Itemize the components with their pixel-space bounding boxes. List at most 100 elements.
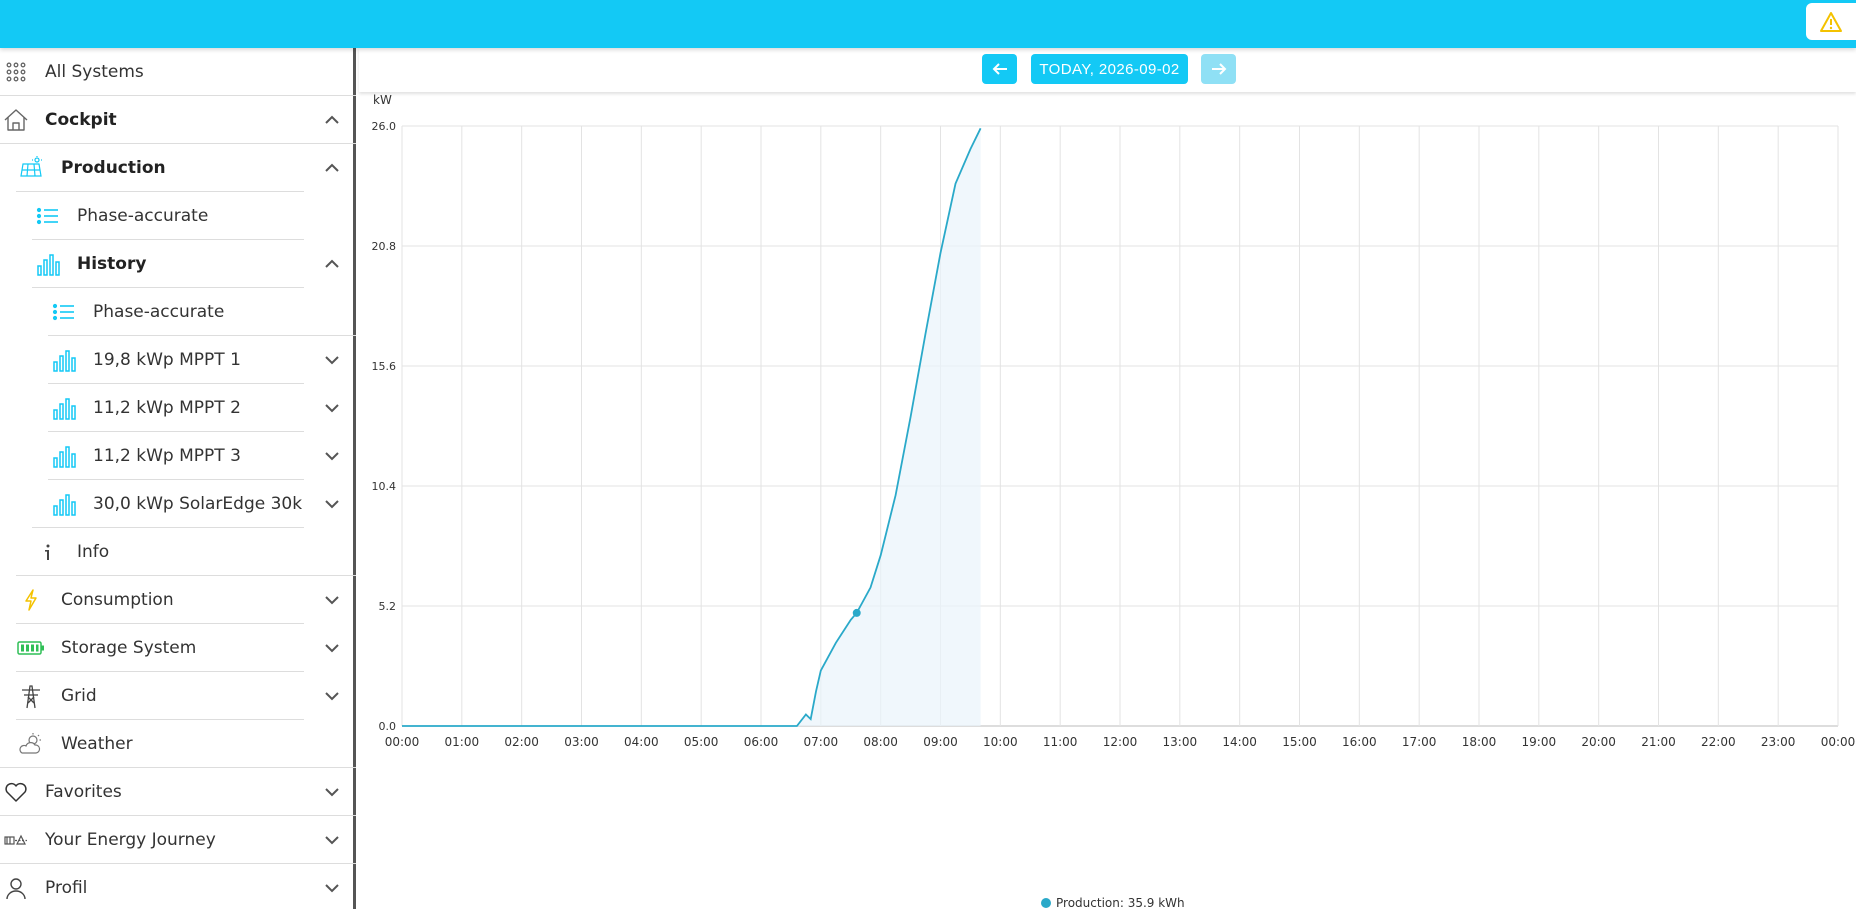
energy-journey-icon (2, 826, 30, 854)
y-tick-label: 15.6 (372, 360, 397, 373)
chevron-down-icon[interactable] (321, 877, 343, 899)
x-tick-label: 19:00 (1522, 735, 1557, 749)
sidebar-item-profil[interactable]: Profil (0, 864, 356, 912)
x-tick-label: 16:00 (1342, 735, 1377, 749)
x-tick-label: 15:00 (1282, 735, 1317, 749)
main-content: TODAY, 2026-09-02 kW 0.0 5.2 10.4 15.6 20.8 2… (359, 48, 1856, 909)
x-tick-label: 06:00 (744, 735, 779, 749)
sidebar-item-storage-system[interactable]: Storage System (0, 624, 356, 672)
chevron-down-icon[interactable] (321, 637, 343, 659)
sidebar-item-consumption[interactable]: Consumption (0, 576, 356, 624)
chevron-up-icon[interactable] (321, 157, 343, 179)
chevron-down-icon[interactable] (321, 397, 343, 419)
lightning-icon (17, 586, 45, 614)
x-tick-label: 08:00 (863, 735, 898, 749)
warning-icon (1820, 11, 1842, 32)
sidebar-item-all-systems[interactable]: All Systems (0, 48, 356, 96)
bar-chart-icon (50, 442, 78, 470)
sidebar-item-history[interactable]: History (0, 240, 356, 288)
list-icon (34, 202, 62, 230)
sidebar-item-phase-accurate[interactable]: Phase-accurate (0, 192, 356, 240)
chevron-down-icon[interactable] (321, 493, 343, 515)
x-tick-label: 22:00 (1701, 735, 1736, 749)
chart-legend[interactable]: Production: 35.9 kWh (1041, 896, 1185, 909)
sidebar-item-label: Storage System (61, 638, 197, 658)
x-tick-label: 13:00 (1163, 735, 1198, 749)
chevron-down-icon[interactable] (321, 589, 343, 611)
x-tick-label: 23:00 (1761, 735, 1796, 749)
y-tick-label: 0.0 (379, 720, 397, 733)
info-icon (34, 538, 62, 566)
legend-dot (1041, 898, 1051, 908)
chevron-down-icon[interactable] (321, 685, 343, 707)
chevron-up-icon[interactable] (321, 253, 343, 275)
bar-chart-icon (50, 394, 78, 422)
chevron-down-icon[interactable] (321, 781, 343, 803)
sidebar-item-mppt-1[interactable]: 19,8 kWp MPPT 1 (0, 336, 356, 384)
x-tick-label: 21:00 (1641, 735, 1676, 749)
sidebar-item-solaredge[interactable]: 30,0 kWp SolarEdge 30k (0, 480, 356, 528)
x-tick-label: 17:00 (1402, 735, 1437, 749)
legend-label: Production: 35.9 kWh (1056, 896, 1185, 909)
bar-chart-icon (50, 490, 78, 518)
sidebar-item-label: Production (61, 158, 166, 178)
list-icon (50, 298, 78, 326)
x-tick-label: 00:00 (385, 735, 420, 749)
power-pylon-icon (17, 682, 45, 710)
sidebar-item-production[interactable]: Production (0, 144, 356, 192)
solar-panel-icon (17, 154, 45, 182)
heart-icon (2, 778, 30, 806)
sidebar: All Systems Cockpit Production Phase-acc… (0, 48, 356, 909)
sidebar-item-weather[interactable]: Weather (0, 720, 356, 768)
top-bar (0, 0, 1856, 48)
sidebar-item-mppt-2[interactable]: 11,2 kWp MPPT 2 (0, 384, 356, 432)
sidebar-item-label: Grid (61, 686, 97, 706)
sidebar-item-info[interactable]: Info (0, 528, 356, 576)
sidebar-item-label: Phase-accurate (93, 302, 225, 322)
x-tick-label: 09:00 (923, 735, 958, 749)
x-tick-label: 07:00 (804, 735, 839, 749)
home-icon (2, 106, 30, 134)
warning-button[interactable] (1806, 3, 1856, 40)
bar-chart-icon (34, 250, 62, 278)
production-chart: kW 0.0 5.2 10.4 15.6 20.8 26.0 00:00 01:00 02:0… (372, 93, 1856, 909)
sidebar-item-label: Favorites (45, 782, 122, 802)
chevron-down-icon[interactable] (321, 445, 343, 467)
chevron-down-icon[interactable] (321, 349, 343, 371)
sidebar-item-label: 19,8 kWp MPPT 1 (93, 350, 241, 370)
weather-icon (17, 730, 45, 758)
y-tick-label: 5.2 (379, 600, 397, 613)
x-tick-label: 12:00 (1103, 735, 1138, 749)
sidebar-item-label: 30,0 kWp SolarEdge 30k (93, 494, 303, 514)
x-tick-label: 11:00 (1043, 735, 1078, 749)
apps-grid-icon (2, 58, 30, 86)
x-tick-label: 14:00 (1222, 735, 1257, 749)
sidebar-item-label: 11,2 kWp MPPT 2 (93, 398, 241, 418)
sidebar-item-favorites[interactable]: Favorites (0, 768, 356, 816)
x-tick-label: 05:00 (684, 735, 719, 749)
sidebar-item-grid[interactable]: Grid (0, 672, 356, 720)
sidebar-item-energy-journey[interactable]: Your Energy Journey (0, 816, 356, 864)
sidebar-item-cockpit[interactable]: Cockpit (0, 96, 356, 144)
x-tick-label: 00:00 (1821, 735, 1856, 749)
chevron-up-icon[interactable] (321, 109, 343, 131)
sidebar-item-mppt-3[interactable]: 11,2 kWp MPPT 3 (0, 432, 356, 480)
sidebar-item-label: Cockpit (45, 110, 117, 130)
sidebar-item-label: 11,2 kWp MPPT 3 (93, 446, 241, 466)
sidebar-item-label: Weather (61, 734, 133, 754)
y-axis-unit-label: kW (373, 93, 392, 107)
x-tick-label: 03:00 (564, 735, 599, 749)
x-tick-label: 01:00 (445, 735, 480, 749)
y-tick-label: 26.0 (372, 120, 397, 133)
x-tick-label: 18:00 (1462, 735, 1497, 749)
y-tick-label: 20.8 (372, 240, 397, 253)
sidebar-item-label: Your Energy Journey (45, 830, 216, 850)
bar-chart-icon (50, 346, 78, 374)
sidebar-item-label: All Systems (45, 62, 144, 82)
sidebar-item-label: Profil (45, 878, 88, 898)
chevron-down-icon[interactable] (321, 829, 343, 851)
x-tick-label: 02:00 (504, 735, 539, 749)
sidebar-item-label: History (77, 254, 147, 274)
sidebar-item-history-phase-accurate[interactable]: Phase-accurate (0, 288, 356, 336)
y-tick-label: 10.4 (372, 480, 397, 493)
